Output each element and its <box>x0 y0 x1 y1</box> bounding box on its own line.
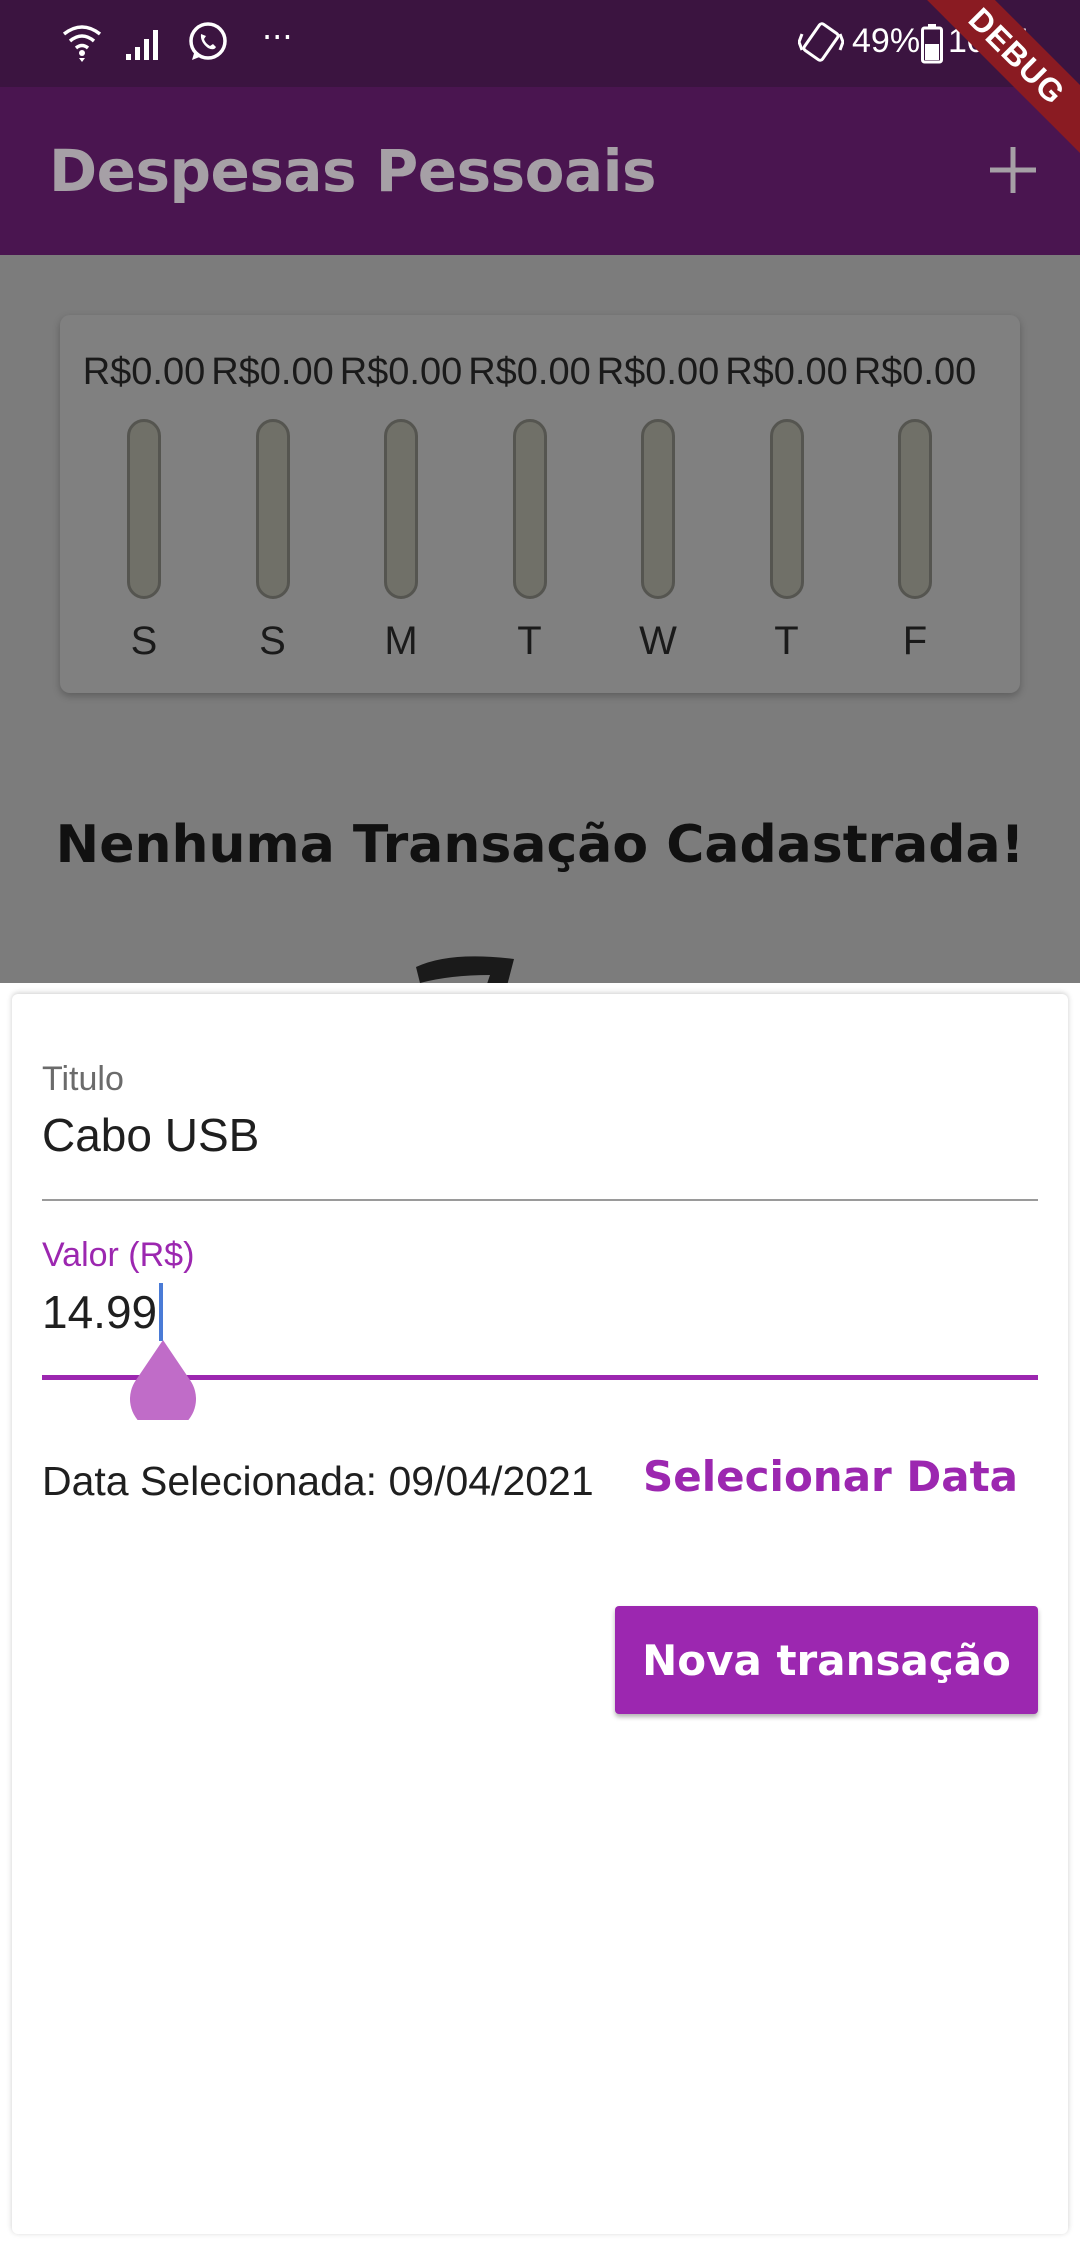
chart-bar-column: R$0.00 S <box>80 315 208 693</box>
chart-bar-column: R$0.00 W <box>594 315 722 693</box>
select-date-button[interactable]: Selecionar Data <box>643 1452 1018 1501</box>
app-screen: ··· 49% 10:51 Despesas Pessoais <box>0 0 1080 2246</box>
bar-day-label: M <box>384 619 418 663</box>
empty-state-message: Nenhuma Transação Cadastrada! <box>55 815 1025 875</box>
bar-day-label: W <box>639 619 677 663</box>
chart-bar-column: R$0.00 M <box>337 315 465 693</box>
bar-value-label: R$0.00 <box>339 351 463 393</box>
chart-bar-column: R$0.00 S <box>209 315 337 693</box>
value-field-label: Valor (R$) <box>42 1236 195 1274</box>
bar-track <box>127 419 161 599</box>
bar-value-label: R$0.00 <box>725 351 848 393</box>
plus-icon <box>990 147 1036 193</box>
selected-date-text: Data Selecionada: 09/04/2021 <box>42 1458 594 1504</box>
whatsapp-icon <box>186 20 230 68</box>
bar-value-label: R$0.00 <box>82 351 206 393</box>
bar-track <box>641 419 675 599</box>
bar-value-label: R$0.00 <box>853 351 977 393</box>
empty-state-illustration <box>416 956 514 983</box>
title-field-label: Titulo <box>42 1060 124 1098</box>
bar-day-label: S <box>259 619 286 663</box>
bar-day-label: T <box>774 619 799 663</box>
add-transaction-button[interactable] <box>976 133 1050 207</box>
chart-bar-column: R$0.00 T <box>466 315 594 693</box>
bar-track <box>255 419 290 599</box>
chart-bar-column: R$0.00 F <box>851 315 979 693</box>
new-transaction-button[interactable]: Nova transação <box>615 1606 1038 1714</box>
text-selection-handle[interactable] <box>128 1340 198 1432</box>
battery-icon <box>921 24 943 68</box>
app-bar: Despesas Pessoais <box>0 87 1080 255</box>
value-input[interactable]: 14.99 <box>42 1285 157 1339</box>
text-cursor <box>159 1283 164 1341</box>
bar-day-label: F <box>902 619 928 663</box>
wifi-icon <box>60 20 104 68</box>
bar-day-label: T <box>517 619 542 663</box>
bar-track <box>384 419 418 599</box>
app-title: Despesas Pessoais <box>49 137 657 205</box>
status-bar: ··· 49% 10:51 <box>0 0 1080 87</box>
bar-track <box>512 419 547 599</box>
modal-scrim[interactable]: R$0.00 S R$0.00 S R$0.00 M R$0.00 T R$0.00 W R$0.0… <box>0 255 1080 983</box>
title-field-underline <box>42 1199 1038 1201</box>
bar-value-label: R$0.00 <box>596 351 720 393</box>
new-transaction-sheet: Titulo Valor (R$) 14.99 Data Selecionada… <box>12 994 1068 2234</box>
weekly-chart-card: R$0.00 S R$0.00 S R$0.00 M R$0.00 T R$0.00 W R$0.0… <box>60 315 1020 693</box>
vibrate-icon <box>797 20 845 68</box>
bar-value-label: R$0.00 <box>468 351 591 393</box>
bar-day-label: S <box>130 619 158 663</box>
signal-icon <box>124 20 164 68</box>
more-icon: ··· <box>262 18 293 56</box>
battery-percent: 49% <box>852 22 921 60</box>
chart-bar-column: R$0.00 T <box>723 315 851 693</box>
bar-track <box>769 419 804 599</box>
bar-track <box>898 419 932 599</box>
title-input[interactable] <box>42 1108 1038 1162</box>
value-input-wrapper[interactable]: 14.99 <box>42 1283 164 1341</box>
bar-value-label: R$0.00 <box>211 351 334 393</box>
